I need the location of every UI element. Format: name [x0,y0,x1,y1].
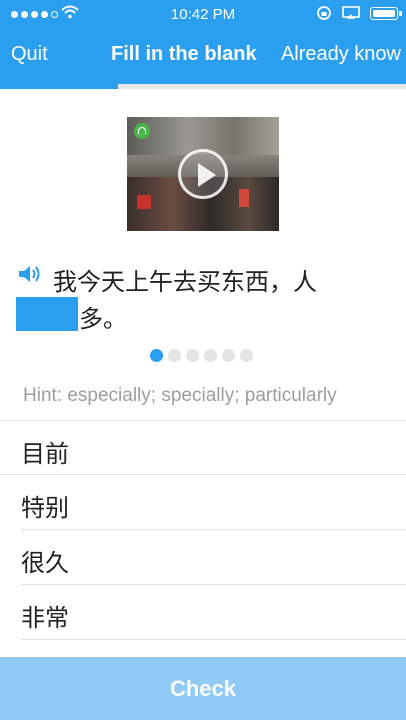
option-label: 特别 [21,494,69,522]
headphones-icon [134,123,150,139]
lock-rotation-icon [317,6,331,20]
page-dot [240,349,253,362]
video-thumbnail[interactable] [127,117,279,231]
option-label: 目前 [21,440,69,468]
page-title: Fill in the blank [111,43,257,65]
answer-option[interactable]: 特别 [21,475,406,530]
option-label: 很久 [21,549,69,577]
already-know-button[interactable]: Already know [281,43,401,66]
page-dot [204,349,217,362]
option-label: 非常 [21,604,69,632]
sentence-line-1: 我今天上午去买东西，人 [53,268,317,296]
quit-button[interactable]: Quit [11,43,48,66]
answer-options: 目前 特别 很久 非常 [0,420,406,640]
header: 10:42 PM Quit Fill in the blank Already … [0,0,406,84]
status-bar: 10:42 PM [0,0,406,30]
page-dot [150,349,163,362]
hint-text: Hint: especially; specially; particularl… [23,385,337,406]
progress-fill [0,84,118,89]
airplay-icon [342,6,360,19]
sentence-line-2: 多。 [79,305,127,333]
page-dot [222,349,235,362]
page-indicator [150,349,253,362]
answer-option[interactable]: 非常 [21,585,406,640]
nav-bar: Quit Fill in the blank Already know [0,30,406,80]
answer-option[interactable]: 很久 [21,530,406,585]
play-icon[interactable] [178,149,228,199]
progress-bar [0,84,406,89]
page-dot [168,349,181,362]
check-button[interactable]: Check [0,657,406,720]
page-dot [186,349,199,362]
speaker-icon[interactable] [17,264,41,284]
battery-icon [370,6,402,20]
answer-blank[interactable] [16,297,78,331]
answer-option[interactable]: 目前 [0,420,406,475]
